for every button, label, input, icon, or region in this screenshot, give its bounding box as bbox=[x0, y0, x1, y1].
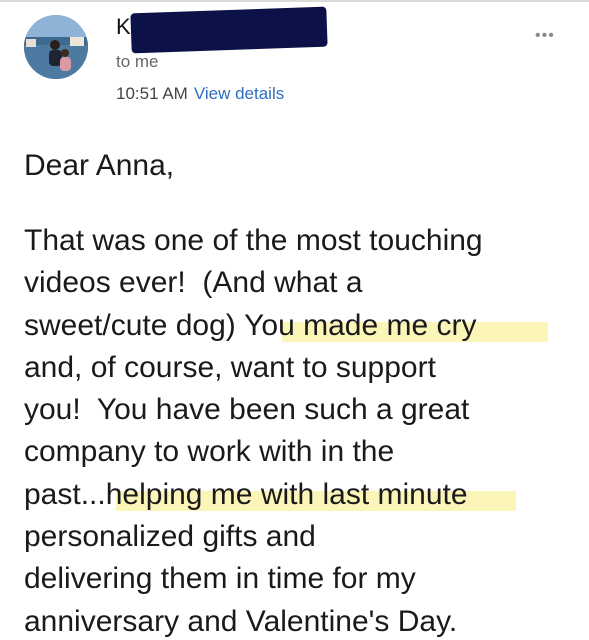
more-options-icon[interactable]: ••• bbox=[535, 28, 555, 44]
top-divider bbox=[0, 0, 589, 2]
body-line: past... helping me with last minute bbox=[24, 474, 584, 516]
view-details-link[interactable]: View details bbox=[194, 84, 284, 103]
sender-avatar[interactable] bbox=[24, 15, 88, 79]
email-meta: 10:51 AM View details bbox=[116, 84, 284, 104]
body-line: and, of course, want to support bbox=[24, 350, 436, 384]
body-line: That was one of the most touching bbox=[24, 224, 483, 257]
sender-name: K bbox=[116, 14, 131, 39]
message-body: That was one of the most touching videos… bbox=[24, 220, 584, 640]
body-text-segment: past... bbox=[24, 477, 106, 511]
body-line: sweet/cute dog) You made me cry bbox=[24, 305, 584, 347]
email-time: 10:51 AM bbox=[116, 84, 188, 103]
redacted-sender-name bbox=[130, 6, 328, 54]
body-line: personalized gifts and bbox=[24, 520, 316, 554]
body-text-segment: sweet/cute dog) bbox=[24, 308, 245, 342]
body-line: videos ever! (And what a bbox=[24, 266, 363, 300]
avatar-photo bbox=[24, 15, 88, 79]
greeting: Dear Anna, bbox=[24, 149, 175, 182]
highlighted-text: helping me with last minute bbox=[105, 477, 468, 511]
body-line: you! You have been such a great bbox=[24, 393, 470, 427]
highlighted-text: You made me cry bbox=[244, 308, 477, 342]
body-line: company to work with in the bbox=[24, 435, 395, 469]
email-view: K ••• to me 10:51 AM View details Dear An… bbox=[0, 0, 589, 640]
recipient-label: to me bbox=[116, 52, 159, 71]
body-line: anniversary and Valentine's Day. bbox=[24, 604, 458, 638]
body-line: delivering them in time for my bbox=[24, 562, 416, 596]
